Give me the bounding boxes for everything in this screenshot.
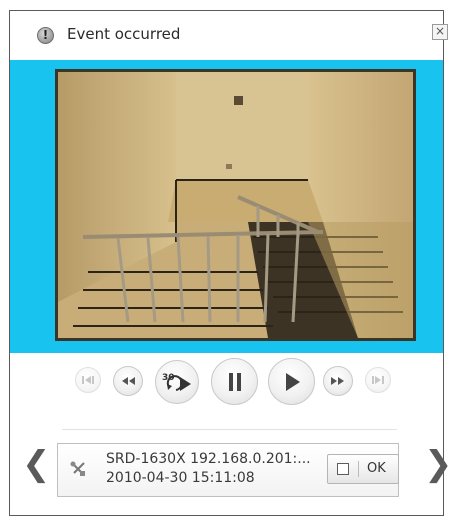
fast-forward-button[interactable] [323, 366, 353, 396]
event-timestamp: 2010-04-30 15:11:08 [106, 470, 255, 486]
event-dialog: ! Event occurred × 30 ❮ SRD-1630X 192.16… [9, 10, 453, 516]
play-button[interactable] [268, 358, 315, 405]
pause-icon [228, 372, 241, 391]
divider [62, 429, 397, 430]
ok-divider [358, 461, 359, 477]
event-type-icon [70, 461, 85, 476]
next-frame-button[interactable] [365, 367, 391, 393]
video-feed [55, 69, 416, 341]
play-icon [285, 372, 300, 391]
prev-frame-button[interactable] [75, 367, 101, 393]
playback-controls: 30 [10, 353, 443, 413]
step-back-icon [82, 376, 94, 384]
replay-30-icon: 30 [162, 373, 191, 391]
event-source: SRD-1630X 192.168.0.201:... [106, 451, 311, 467]
replay-30-button[interactable]: 30 [155, 360, 199, 404]
rewind-button[interactable] [113, 366, 143, 396]
prev-event-arrow[interactable]: ❮ [22, 447, 51, 481]
acknowledge-checkbox[interactable] [337, 463, 349, 475]
pause-button[interactable] [211, 358, 258, 405]
alert-icon: ! [37, 27, 54, 44]
ok-label: OK [367, 461, 386, 476]
ok-button[interactable]: OK [327, 454, 399, 484]
step-forward-icon [372, 376, 384, 384]
next-event-arrow[interactable]: ❯ [424, 447, 453, 481]
event-item: SRD-1630X 192.168.0.201:... 2010-04-30 1… [57, 443, 399, 497]
video-panel [10, 60, 443, 353]
rewind-icon [122, 377, 135, 385]
camera-image [58, 72, 413, 338]
fast-forward-icon [331, 377, 344, 385]
title-bar: ! Event occurred × [10, 11, 448, 59]
close-button[interactable]: × [432, 24, 448, 40]
dialog-title: Event occurred [67, 25, 181, 43]
